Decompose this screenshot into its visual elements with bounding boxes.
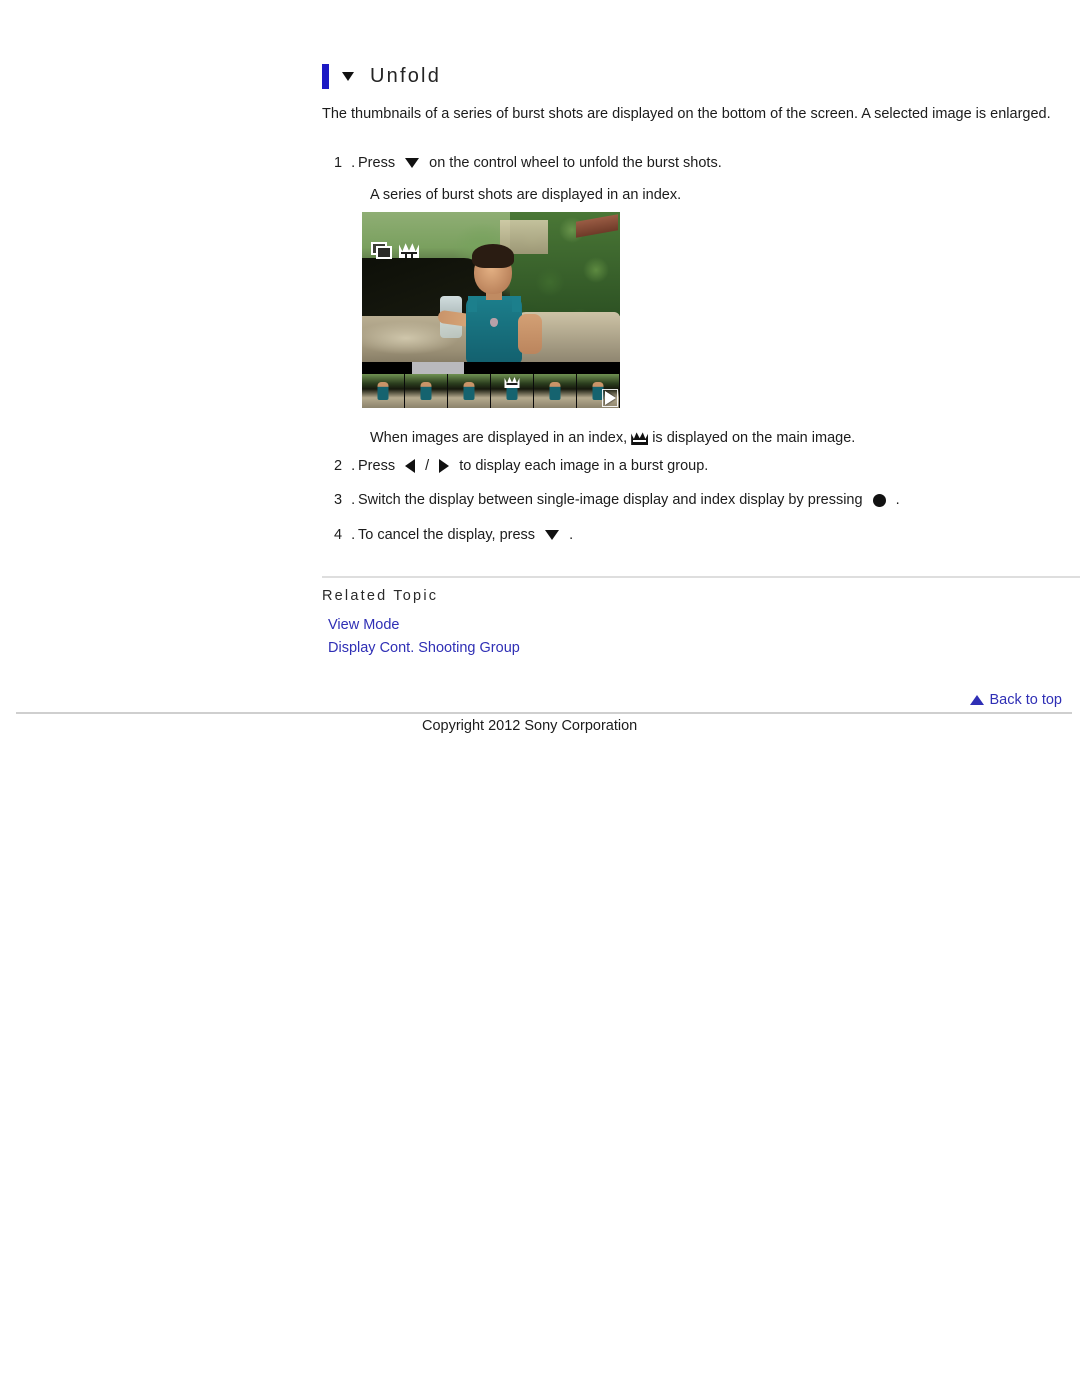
help-page: Unfold The thumbnails of a series of bur…: [0, 0, 1080, 1397]
thumbnail-item[interactable]: [534, 374, 577, 408]
step-number: 4 .: [334, 527, 358, 543]
steps-list-top: 1 . Press on the control wheel to unfold…: [322, 152, 1062, 206]
step-number: 1 .: [334, 155, 358, 171]
crown-shape: [504, 376, 520, 388]
list-item: 2 . Press / to display each image in a b…: [322, 455, 1062, 477]
step-text: Switch the display between single-image …: [358, 489, 1062, 511]
thumbnail-figure: [549, 382, 561, 400]
step-text-after: .: [569, 527, 574, 543]
crown-icon: [631, 431, 649, 445]
back-to-top-link[interactable]: Back to top: [970, 692, 1062, 708]
step-text-after: .: [895, 492, 900, 508]
photo-child-strap-left: [468, 296, 477, 312]
filmstrip-position-indicator[interactable]: [412, 362, 464, 374]
step-number: 2 .: [334, 458, 358, 474]
thumbnail-item[interactable]: [448, 374, 491, 408]
list-item: 1 . Press on the control wheel to unfold…: [322, 152, 1062, 174]
step-text-before: Press: [358, 458, 396, 474]
crown-shape: [399, 243, 419, 258]
page-title: Unfold: [322, 60, 441, 92]
step-text-before: Switch the display between single-image …: [358, 492, 863, 508]
back-to-top-label: Back to top: [989, 692, 1062, 708]
step-text: To cancel the display, press .: [358, 524, 1062, 546]
index-note-after: is displayed on the main image.: [652, 430, 856, 446]
burst-stack-icon: [371, 242, 392, 259]
thumbnail-item[interactable]: [405, 374, 448, 408]
step-number: 3 .: [334, 492, 358, 508]
photo-child-strap-right: [512, 296, 521, 312]
triangle-right-icon: [439, 459, 450, 474]
related-link-view-mode[interactable]: View Mode: [328, 614, 520, 637]
crown-icon: [504, 376, 520, 388]
crown-band: [401, 252, 417, 254]
triangle-down-icon: [342, 71, 354, 81]
triangle-down-icon: [405, 158, 420, 169]
intro-paragraph: The thumbnails of a series of burst shot…: [322, 106, 1051, 122]
step-text-after: on the control wheel to unfold the burst…: [429, 155, 722, 171]
screen-overlay-icons: [371, 242, 419, 259]
step-icon-separator: /: [425, 458, 430, 474]
triangle-down-icon: [545, 530, 560, 541]
step-text-after: to display each image in a burst group.: [459, 458, 709, 474]
thumbnail-figure: [420, 382, 432, 400]
crown-band: [633, 440, 647, 442]
play-triangle-icon[interactable]: [605, 391, 616, 405]
list-item: 3 . Switch the display between single-im…: [322, 489, 1062, 511]
camera-screen-image: [362, 212, 620, 408]
related-topic-heading: Related Topic: [322, 588, 439, 604]
heading-accent-bar: [322, 63, 329, 89]
section-divider: [322, 576, 1080, 578]
photo-child-hair: [472, 244, 514, 268]
index-note: When images are displayed in an index, i…: [370, 427, 855, 449]
footer-divider: [16, 712, 1072, 714]
step-sub-text: A series of burst shots are displayed in…: [370, 187, 682, 203]
triangle-up-icon: [970, 695, 985, 705]
list-item: 4 . To cancel the display, press .: [322, 524, 1062, 546]
crown-band: [506, 383, 518, 385]
photo-child-pendant: [490, 318, 498, 327]
thumbnail-figure: [463, 382, 475, 400]
crown-icon: [399, 242, 419, 258]
copyright-text: Copyright 2012 Sony Corporation: [422, 718, 638, 734]
filmstrip-track: [362, 362, 620, 374]
page-title-text: Unfold: [370, 64, 442, 87]
burst-frame-front: [376, 246, 392, 259]
related-link-display-cont-shooting-group[interactable]: Display Cont. Shooting Group: [328, 637, 520, 660]
photo-child-arm-right: [518, 314, 542, 354]
crown-notch-2: [411, 254, 413, 258]
step-text: Press / to display each image in a burst…: [358, 455, 1062, 477]
crown-notch-1: [405, 254, 407, 258]
thumbnail-item-selected[interactable]: [491, 374, 534, 408]
triangle-left-icon: [405, 459, 416, 474]
step-text-before: To cancel the display, press: [358, 527, 536, 543]
index-note-before: When images are displayed in an index,: [370, 430, 628, 446]
crown-shape: [631, 432, 649, 445]
thumbnail-item[interactable]: [362, 374, 405, 408]
step-text-before: Press: [358, 155, 396, 171]
filmstrip-thumbnails[interactable]: [362, 374, 620, 408]
steps-list-bottom: 2 . Press / to display each image in a b…: [322, 455, 1062, 558]
step-text: Press on the control wheel to unfold the…: [358, 152, 1062, 174]
thumbnail-figure: [377, 382, 389, 400]
center-button-dot-icon: [872, 493, 886, 507]
related-topic-links: View Mode Display Cont. Shooting Group: [328, 614, 520, 660]
